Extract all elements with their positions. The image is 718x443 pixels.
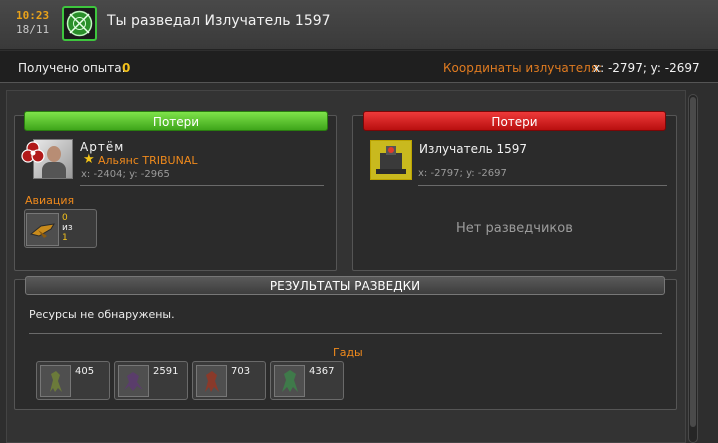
clock-time: 10:23 [16, 9, 50, 22]
divider [418, 185, 667, 186]
results-header: РЕЗУЛЬТАТЫ РАЗВЕДКИ [25, 276, 665, 295]
scrollbar[interactable] [688, 94, 698, 443]
monster-count: 405 [75, 366, 95, 377]
monster-count: 703 [231, 366, 251, 377]
divider [29, 333, 662, 334]
aviation-label: Авиация [25, 194, 75, 207]
experience-value: 0 [122, 61, 131, 75]
radar-icon [62, 6, 97, 41]
unit-lost-count: 0 [62, 213, 68, 223]
resources-text: Ресурсы не обнаружены. [29, 308, 175, 321]
divider [80, 185, 324, 186]
emitter-coords-value: x: -2797; y: -2697 [593, 61, 700, 75]
scrollbar-thumb[interactable] [690, 97, 696, 427]
monster-icon [274, 365, 305, 397]
unit-of-label: из [62, 223, 73, 233]
attacker-losses-header: Потери [24, 111, 328, 131]
vermin-label: Гады [333, 346, 363, 359]
no-scouts-text: Нет разведчиков [456, 221, 573, 236]
monster-count: 4367 [309, 366, 335, 377]
aircraft-icon [26, 213, 59, 246]
monster-count: 2591 [153, 366, 179, 377]
target-losses-header: Потери [363, 111, 666, 131]
target-coords: x: -2797; y: -2697 [418, 168, 507, 179]
target-name: Излучатель 1597 [419, 142, 528, 156]
monster-card[interactable]: 2591 [114, 361, 188, 400]
info-bar: Получено опыта: 0 Координаты излучателя:… [0, 51, 718, 83]
emitter-building-icon[interactable] [370, 140, 412, 180]
alliance-emblem-icon [21, 140, 45, 164]
monster-icon [196, 365, 227, 397]
monster-card[interactable]: 405 [36, 361, 110, 400]
player-coords: x: -2404; y: -2965 [81, 169, 170, 180]
clock-date: 18/11 [16, 23, 50, 36]
alliance-name[interactable]: Альянс TRIBUNAL [98, 154, 197, 167]
monster-icon [40, 365, 71, 397]
unit-total-count: 1 [62, 233, 68, 243]
page-title: Ты разведал Излучатель 1597 [107, 13, 331, 29]
monster-card[interactable]: 4367 [270, 361, 344, 400]
alliance-star-icon: ★ [83, 152, 95, 167]
monster-card[interactable]: 703 [192, 361, 266, 400]
emitter-coords-label: Координаты излучателя: [443, 61, 603, 75]
experience-label: Получено опыта: [18, 61, 126, 75]
monster-icon [118, 365, 149, 397]
target-panel [352, 115, 677, 271]
top-bar: 10:23 18/11 Ты разведал Излучатель 1597 [0, 0, 718, 50]
